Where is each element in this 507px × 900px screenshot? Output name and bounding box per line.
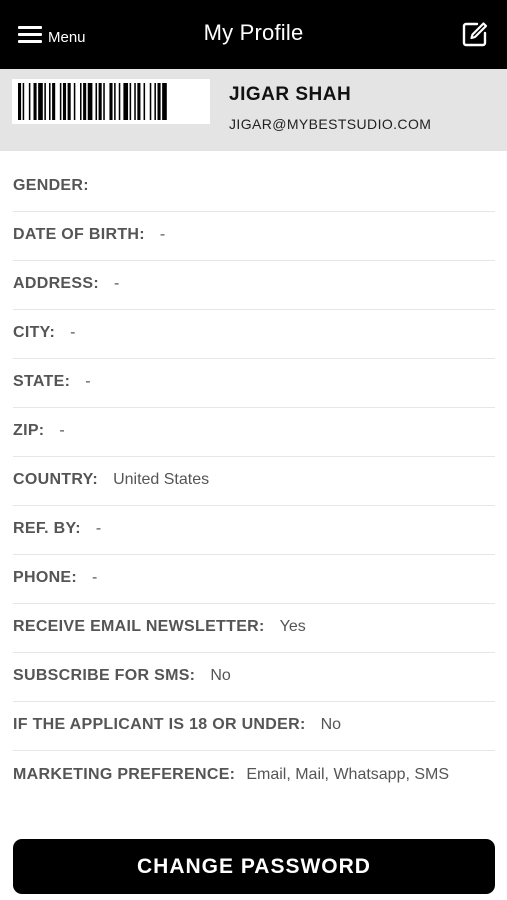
field-gender: GENDER: (13, 163, 495, 212)
field-label: IF THE APPLICANT IS 18 OR UNDER: (13, 716, 306, 733)
field-label: RECEIVE EMAIL NEWSLETTER: (13, 618, 265, 635)
field-value: - (92, 569, 98, 586)
edit-profile-button[interactable] (461, 20, 489, 48)
field-value: - (159, 226, 166, 243)
field-label: REF. BY: (13, 520, 81, 537)
field-applicant-under-18: IF THE APPLICANT IS 18 OR UNDER: No (13, 702, 495, 751)
field-label: ZIP: (13, 422, 45, 439)
field-date-of-birth: DATE OF BIRTH: - (13, 212, 495, 261)
profile-name: JIGAR SHAH (229, 84, 352, 105)
field-subscribe-sms: SUBSCRIBE FOR SMS: No (13, 653, 495, 702)
field-label: MARKETING PREFERENCE: (13, 766, 236, 783)
field-label: ADDRESS: (13, 275, 99, 292)
field-value: No (320, 716, 342, 733)
field-label: PHONE: (13, 569, 78, 586)
edit-icon (462, 22, 488, 47)
field-city: CITY: - (13, 310, 495, 359)
member-barcode (12, 79, 210, 124)
field-value: Yes (279, 618, 306, 635)
field-value: - (113, 275, 120, 292)
field-state: STATE: - (13, 359, 495, 408)
field-value: - (85, 373, 91, 390)
field-email-newsletter: RECEIVE EMAIL NEWSLETTER: Yes (13, 604, 495, 653)
top-bar: Menu My Profile (0, 0, 507, 69)
field-address: ADDRESS: - (13, 261, 495, 310)
change-password-button[interactable]: CHANGE PASSWORD (13, 839, 495, 894)
field-country: COUNTRY: United States (13, 457, 495, 506)
field-value: - (95, 520, 102, 537)
page-title: My Profile (203, 20, 304, 45)
field-ref-by: REF. BY: - (13, 506, 495, 555)
field-label: GENDER: (13, 177, 89, 194)
field-value: United States (113, 471, 210, 488)
field-value: - (70, 324, 76, 341)
field-phone: PHONE: - (13, 555, 495, 604)
field-value: No (210, 667, 231, 684)
field-value: Email, Mail, Whatsapp, SMS (246, 766, 450, 783)
field-label: DATE OF BIRTH: (13, 226, 145, 243)
field-label: STATE: (13, 373, 71, 390)
field-label: SUBSCRIBE FOR SMS: (13, 667, 196, 684)
profile-card: JIGAR SHAH JIGAR@MYBESTSUDIO.COM (0, 69, 507, 151)
profile-details: GENDER: DATE OF BIRTH: - ADDRESS: - CITY… (0, 163, 507, 819)
profile-email: JIGAR@MYBESTSUDIO.COM (229, 116, 432, 132)
field-label: CITY: (13, 324, 56, 341)
field-marketing-preference: MARKETING PREFERENCE: Email, Mail, Whatsa… (13, 751, 495, 819)
field-label: COUNTRY: (13, 471, 99, 488)
field-zip: ZIP: - (13, 408, 495, 457)
field-value: - (59, 422, 65, 439)
